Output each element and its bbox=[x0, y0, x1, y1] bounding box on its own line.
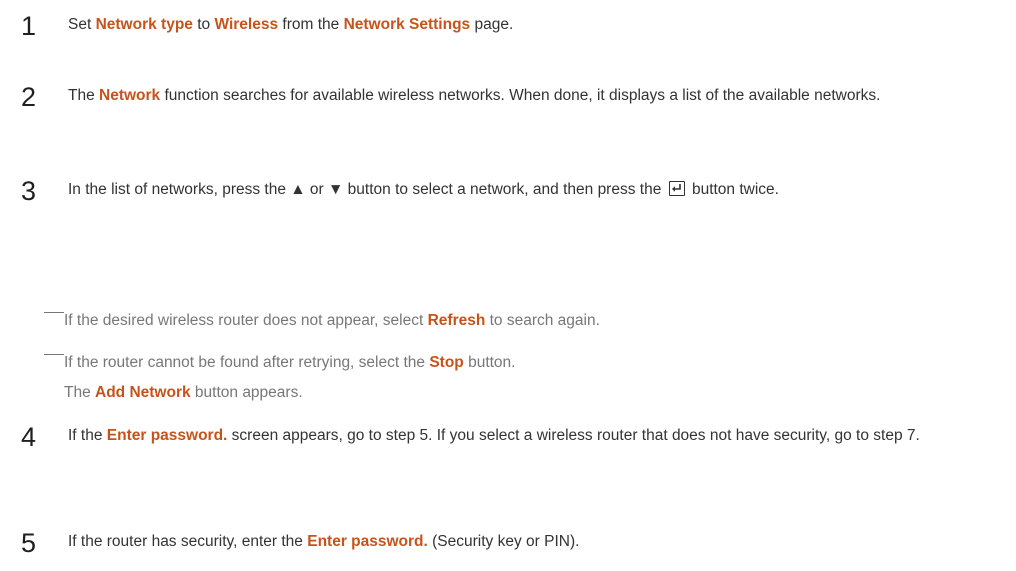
step-number: 3 bbox=[21, 176, 37, 206]
enter-key-icon bbox=[668, 181, 685, 196]
text: or bbox=[305, 181, 329, 198]
step-4-text: If the Enter password. screen appears, g… bbox=[68, 419, 998, 452]
ui-term-enter-password: Enter password. bbox=[106, 427, 228, 444]
text: The bbox=[68, 87, 100, 104]
text: button twice. bbox=[687, 181, 779, 198]
text: In the list of networks, press the bbox=[68, 181, 291, 198]
ui-term-add-network: Add Network bbox=[95, 384, 191, 401]
text: to bbox=[192, 16, 215, 33]
note-dash-icon bbox=[44, 354, 64, 355]
step-2-text: The Network function searches for availa… bbox=[68, 79, 998, 112]
text: The bbox=[64, 384, 96, 401]
step-number: 5 bbox=[21, 528, 37, 558]
text: to search again. bbox=[485, 312, 600, 329]
text: screen appears, go to step 5. If you sel… bbox=[227, 427, 920, 444]
step-1-text: Set Network type to Wireless from the Ne… bbox=[68, 8, 998, 41]
text: If the router has security, enter the bbox=[68, 533, 308, 550]
ui-term-network: Network bbox=[99, 87, 161, 104]
up-arrow-icon: ▲ bbox=[290, 181, 306, 198]
note-dash-icon bbox=[44, 312, 64, 313]
text: button appears. bbox=[190, 384, 303, 401]
text: If the bbox=[68, 427, 107, 444]
ui-term-network-settings: Network Settings bbox=[343, 16, 471, 33]
text: Set bbox=[68, 16, 96, 33]
ui-term-stop: Stop bbox=[429, 354, 464, 371]
text: If the desired wireless router does not … bbox=[64, 312, 428, 329]
text: page. bbox=[470, 16, 514, 33]
ui-term-refresh: Refresh bbox=[427, 312, 486, 329]
step-number: 2 bbox=[21, 82, 37, 112]
text: If the router cannot be found after retr… bbox=[64, 354, 430, 371]
text: (Security key or PIN). bbox=[427, 533, 580, 550]
note-add-network: The Add Network button appears. bbox=[64, 382, 303, 404]
text: function searches for available wireless… bbox=[160, 87, 881, 104]
ui-term-wireless: Wireless bbox=[214, 16, 279, 33]
step-number: 4 bbox=[21, 422, 37, 452]
text: button to select a network, and then pre… bbox=[343, 181, 666, 198]
note-refresh: If the desired wireless router does not … bbox=[44, 310, 600, 332]
ui-term-enter-password: Enter password. bbox=[307, 533, 428, 550]
text: from the bbox=[278, 16, 344, 33]
text: button. bbox=[463, 354, 516, 371]
step-5-text: If the router has security, enter the En… bbox=[68, 525, 998, 558]
ui-term-network-type: Network type bbox=[95, 16, 193, 33]
note-stop: If the router cannot be found after retr… bbox=[44, 352, 515, 374]
down-arrow-icon: ▼ bbox=[328, 181, 344, 198]
step-3-text: In the list of networks, press the ▲ or … bbox=[68, 173, 998, 206]
step-number: 1 bbox=[21, 11, 37, 41]
